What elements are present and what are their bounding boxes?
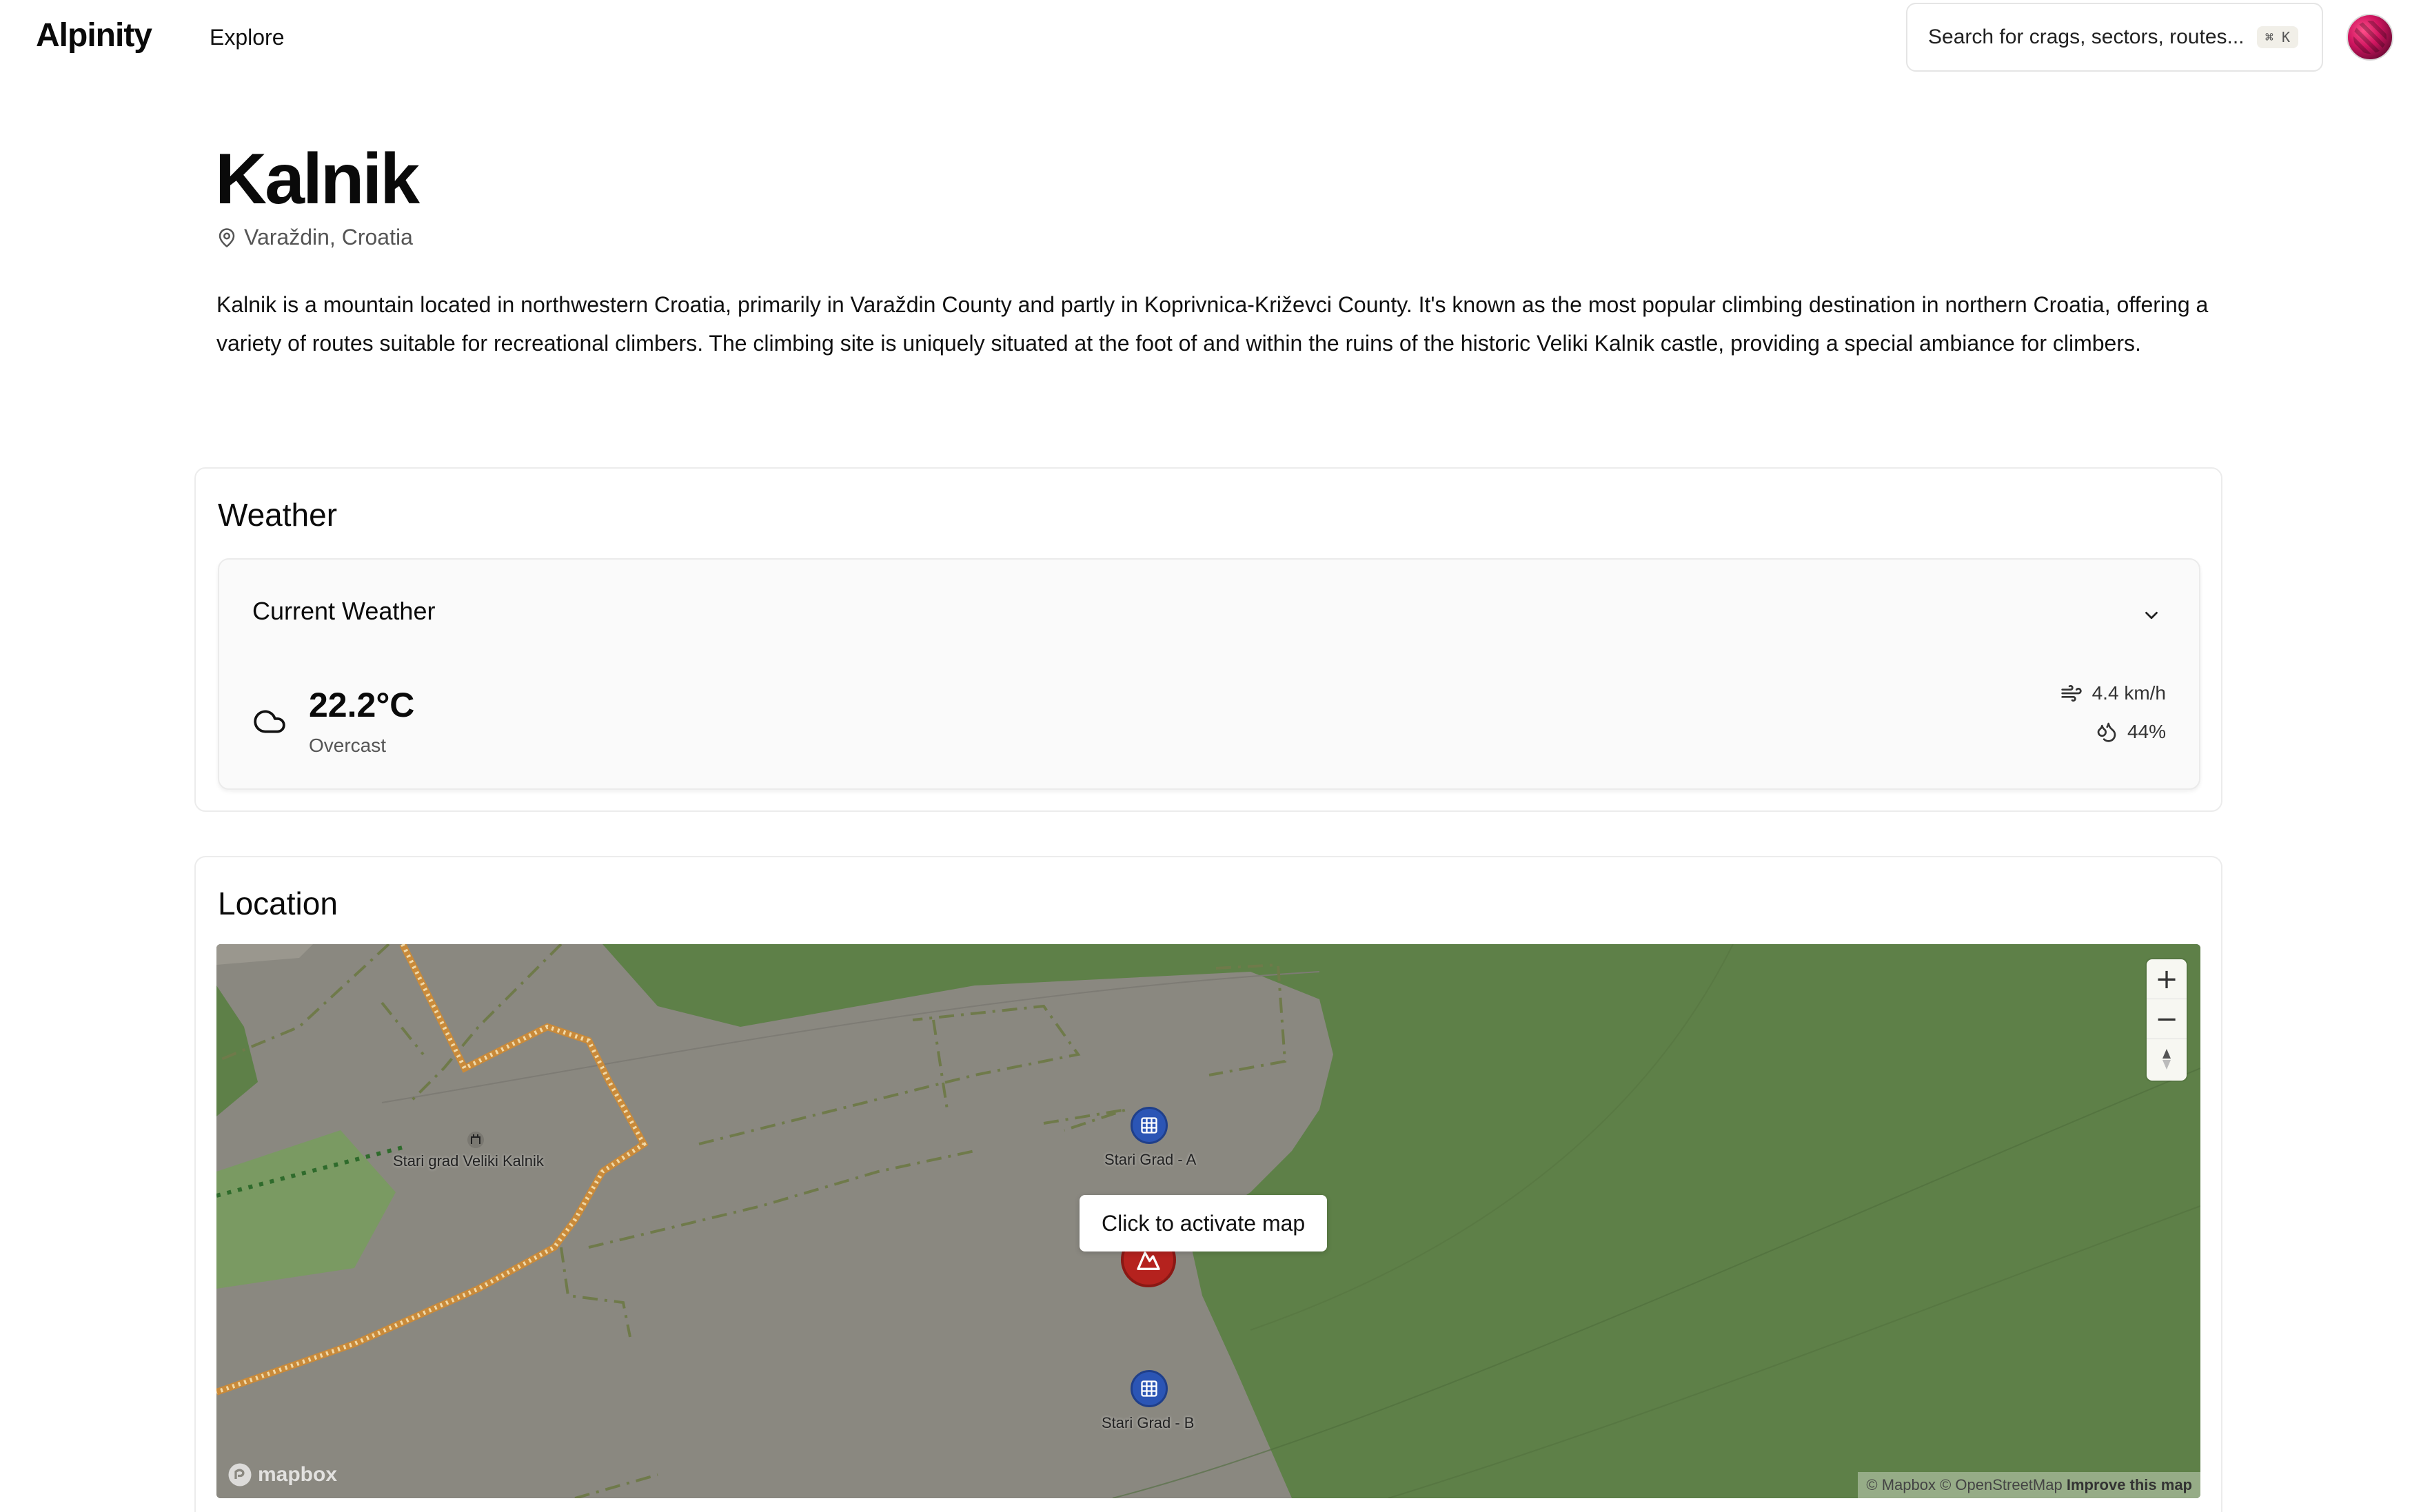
sector-a-label: Stari Grad - A [1104, 1151, 1197, 1168]
sector-marker-b[interactable] [1131, 1370, 1168, 1407]
search-placeholder: Search for crags, sectors, routes... [1928, 25, 2245, 48]
zoom-out-button[interactable]: − [2147, 999, 2187, 1039]
improve-map-link[interactable]: Improve this map [2067, 1476, 2192, 1493]
crag-description: Kalnik is a mountain located in northwes… [216, 292, 2209, 356]
activate-map-button[interactable]: Click to activate map [1080, 1195, 1328, 1252]
mapbox-logo-text: mapbox [258, 1463, 338, 1486]
poi-label: Stari grad Veliki Kalnik [393, 1152, 544, 1169]
nav-explore-link[interactable]: Explore [210, 25, 285, 50]
mapbox-icon [228, 1463, 252, 1487]
location-map[interactable]: Stari grad Veliki Kalnik Stari Grad - A … [216, 944, 2200, 1498]
crag-location-text: Varaždin, Croatia [244, 225, 413, 249]
weather-condition: Overcast [309, 735, 387, 756]
app-logo[interactable]: Alpinity [36, 17, 152, 54]
location-section-title: Location [218, 886, 338, 921]
chevron-down-icon[interactable] [2141, 605, 2162, 626]
compass-icon [2162, 1049, 2171, 1070]
temperature-value: 22.2°C [309, 686, 415, 724]
cloud-icon [254, 710, 285, 733]
sector-b-label: Stari Grad - B [1102, 1414, 1195, 1431]
sector-marker-a[interactable] [1131, 1107, 1168, 1144]
droplets-icon [2097, 722, 2116, 742]
wind-speed-value: 4.4 km/h [2091, 682, 2166, 704]
humidity: 44% [2096, 721, 2166, 743]
page-title: Kalnik [215, 139, 420, 219]
map-attribution: © Mapbox © OpenStreetMap Improve this ma… [1858, 1472, 2200, 1498]
weather-section-title: Weather [218, 497, 338, 533]
compass-button[interactable] [2147, 1039, 2187, 1079]
wind-speed: 4.4 km/h [2060, 682, 2166, 704]
search-input[interactable]: Search for crags, sectors, routes... ⌘ K [1906, 3, 2323, 72]
mapbox-logo[interactable]: mapbox [227, 1462, 337, 1487]
crag-location: Varaždin, Croatia [216, 225, 413, 250]
humidity-value: 44% [2127, 721, 2166, 742]
map-zoom-controls: + − [2147, 959, 2187, 1081]
map-pin-icon [219, 227, 235, 247]
search-shortcut-badge: ⌘ K [2256, 26, 2298, 48]
zoom-in-button[interactable]: + [2147, 959, 2187, 999]
current-weather-title[interactable]: Current Weather [252, 597, 435, 626]
current-weather-panel: Current Weather 22.2°C Overcast 4.4 km/h… [218, 558, 2200, 790]
grid-icon [1141, 1380, 1157, 1397]
top-navigation: Alpinity Explore Search for crags, secto… [0, 0, 2421, 76]
attribution-text[interactable]: © Mapbox © OpenStreetMap [1866, 1476, 2062, 1493]
grid-icon [1141, 1117, 1157, 1134]
user-avatar[interactable] [2347, 14, 2393, 61]
weather-section: Weather Current Weather 22.2°C Overcast … [194, 467, 2222, 812]
wind-icon [2060, 685, 2082, 702]
